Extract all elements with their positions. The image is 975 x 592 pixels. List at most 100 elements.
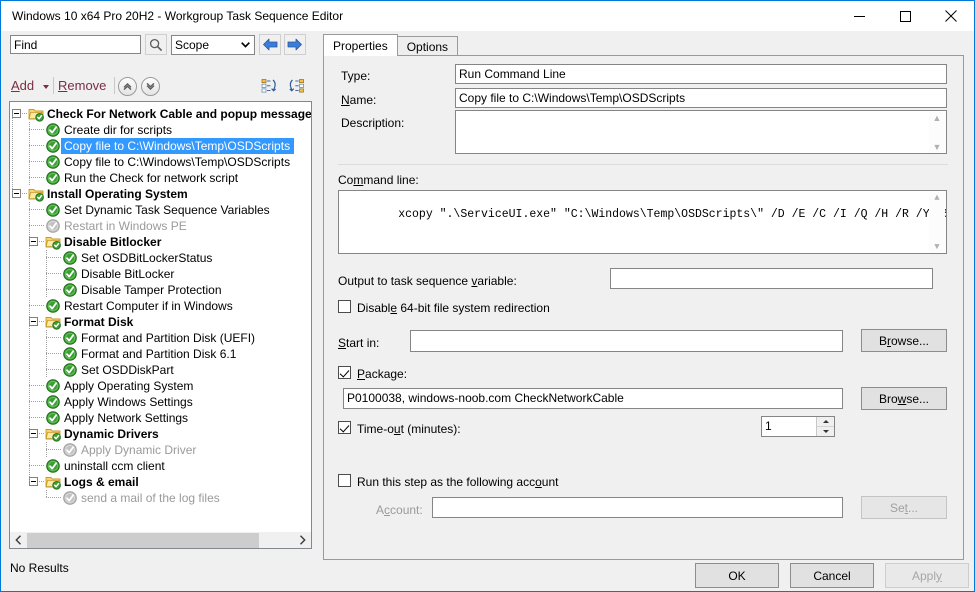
tree-group-row[interactable]: Check For Network Cable and popup messag… <box>10 106 311 122</box>
triangle-down-icon <box>822 430 829 433</box>
chevron-up-icon[interactable]: ▲ <box>934 194 939 203</box>
tree-step-row[interactable]: Set OSDBitLockerStatus <box>10 250 311 266</box>
tree-step-row[interactable]: Copy file to C:\Windows\Temp\OSDScripts <box>10 154 311 170</box>
task-sequence-tree[interactable]: Check For Network Cable and popup messag… <box>9 101 312 549</box>
tree-expander-toggle[interactable] <box>29 477 38 486</box>
checkmark-icon <box>45 458 61 474</box>
tree-expander-toggle[interactable] <box>12 189 21 198</box>
tree-expander-toggle[interactable] <box>12 109 21 118</box>
description-label: Description: <box>341 116 405 130</box>
chevron-up-icon[interactable]: ▲ <box>933 114 942 123</box>
account-label: Account: <box>376 503 423 517</box>
triangle-up-icon <box>822 420 829 423</box>
scroll-right-button[interactable] <box>294 533 311 548</box>
description-scrollbar[interactable]: ▲ ▼ <box>929 112 945 153</box>
tree-group-row[interactable]: Dynamic Drivers <box>10 426 311 442</box>
scroll-left-button[interactable] <box>10 533 27 548</box>
minimize-button[interactable] <box>836 1 882 31</box>
tree-step-row[interactable]: Restart in Windows PE <box>10 218 311 234</box>
tree-group-row[interactable]: Install Operating System <box>10 186 311 202</box>
command-line-field[interactable]: xcopy ".\ServiceUI.exe" "C:\Windows\Temp… <box>338 190 947 254</box>
close-button[interactable] <box>928 1 974 31</box>
tree-trunk-line <box>12 114 13 194</box>
tree-step-row[interactable]: uninstall ccm client <box>10 458 311 474</box>
expand-all-button[interactable] <box>285 76 307 97</box>
tree-group-row[interactable]: Disable Bitlocker <box>10 234 311 250</box>
browse-start-in-button[interactable]: Browse... <box>861 329 947 352</box>
add-dropdown-caret-icon[interactable] <box>43 85 49 89</box>
chevron-down-icon[interactable]: ▼ <box>934 243 939 252</box>
tree-step-row[interactable]: Disable BitLocker <box>10 266 311 282</box>
tree-horizontal-scrollbar[interactable] <box>9 532 312 549</box>
tree-step-row[interactable]: Apply Windows Settings <box>10 394 311 410</box>
scrollbar-track[interactable] <box>27 532 294 548</box>
tree-step-row[interactable]: Run the Check for network script <box>10 170 311 186</box>
start-in-field[interactable] <box>410 330 843 352</box>
tree-item-label: Dynamic Drivers <box>64 427 159 441</box>
timeout-value[interactable]: 1 <box>762 417 816 436</box>
tree-expander-toggle[interactable] <box>29 237 38 246</box>
checkmark-icon <box>45 410 61 426</box>
arrow-left-icon <box>263 38 278 51</box>
tree-step-row[interactable]: Disable Tamper Protection <box>10 282 311 298</box>
navigate-back-button[interactable] <box>259 34 281 55</box>
tree-step-row[interactable]: Apply Operating System <box>10 378 311 394</box>
tree-group-row[interactable]: Logs & email <box>10 474 311 490</box>
right-pane: Properties Options Type: Run Command Lin… <box>323 31 974 561</box>
command-line-scrollbar[interactable]: ▲ ▼ <box>929 192 945 253</box>
chevron-down-icon[interactable]: ▼ <box>933 143 942 152</box>
collapse-all-button[interactable] <box>259 76 281 97</box>
name-field[interactable]: Copy file to C:\Windows\Temp\OSDScripts <box>455 88 947 108</box>
run-as-account-checkbox[interactable] <box>338 474 351 487</box>
tree-connector-vertical <box>46 442 47 458</box>
ok-button[interactable]: OK <box>695 563 779 588</box>
spinner-down-button[interactable] <box>817 427 834 436</box>
tree-item-label: Format and Partition Disk 6.1 <box>81 347 237 361</box>
start-in-label: Start in: <box>338 336 380 350</box>
package-checkbox[interactable] <box>338 366 351 379</box>
tree-trunk-line <box>46 338 47 370</box>
tree-step-row[interactable]: Apply Network Settings <box>10 410 311 426</box>
package-field[interactable]: P0100038, windows-noob.com CheckNetworkC… <box>343 388 843 409</box>
browse-package-label: Browse... <box>878 391 930 406</box>
tree-step-row[interactable]: Create dir for scripts <box>10 122 311 138</box>
browse-package-button[interactable]: Browse... <box>861 387 947 410</box>
maximize-button[interactable] <box>882 1 928 31</box>
move-up-button[interactable] <box>118 77 137 96</box>
search-input[interactable] <box>10 35 141 54</box>
command-line-label: Command line: <box>338 173 419 187</box>
package-label: Package: <box>357 367 408 381</box>
navigate-forward-button[interactable] <box>284 34 306 55</box>
search-button[interactable] <box>145 34 167 55</box>
scope-dropdown[interactable]: Scope <box>171 35 255 55</box>
tab-properties[interactable]: Properties <box>323 34 398 56</box>
scrollbar-thumb[interactable] <box>27 532 259 548</box>
tree-item-label: Copy file to C:\Windows\Temp\OSDScripts <box>64 155 291 169</box>
disable-redirection-checkbox[interactable] <box>338 300 351 313</box>
tree-item-label: Set Dynamic Task Sequence Variables <box>64 203 270 217</box>
tab-options[interactable]: Options <box>396 36 459 56</box>
tree-item-label: Install Operating System <box>47 187 188 201</box>
cancel-button[interactable]: Cancel <box>790 563 874 588</box>
tree-step-row[interactable]: Format and Partition Disk (UEFI) <box>10 330 311 346</box>
timeout-checkbox[interactable] <box>338 421 351 434</box>
spinner-up-button[interactable] <box>817 417 834 427</box>
tree-expander-toggle[interactable] <box>29 317 38 326</box>
tree-step-row[interactable]: Set OSDDiskPart <box>10 362 311 378</box>
timeout-spinner[interactable]: 1 <box>761 416 835 437</box>
tree-expander-toggle[interactable] <box>29 429 38 438</box>
add-button[interactable]: Add <box>11 78 34 93</box>
tree-step-row[interactable]: Copy file to C:\Windows\Temp\OSDScripts <box>10 138 311 154</box>
tree-group-row[interactable]: Format Disk <box>10 314 311 330</box>
output-variable-field[interactable] <box>610 268 933 289</box>
tree-step-row[interactable]: Apply Dynamic Driver <box>10 442 311 458</box>
checkmark-icon <box>45 394 61 410</box>
tree-trunk-line <box>29 210 30 482</box>
remove-button[interactable]: Remove <box>58 78 106 93</box>
tree-step-row[interactable]: Restart Computer if in Windows <box>10 298 311 314</box>
move-down-button[interactable] <box>141 77 160 96</box>
description-field[interactable]: ▲ ▼ <box>455 110 947 154</box>
tree-step-row[interactable]: Format and Partition Disk 6.1 <box>10 346 311 362</box>
tree-step-row[interactable]: Set Dynamic Task Sequence Variables <box>10 202 311 218</box>
tree-step-row[interactable]: send a mail of the log files <box>10 490 311 506</box>
